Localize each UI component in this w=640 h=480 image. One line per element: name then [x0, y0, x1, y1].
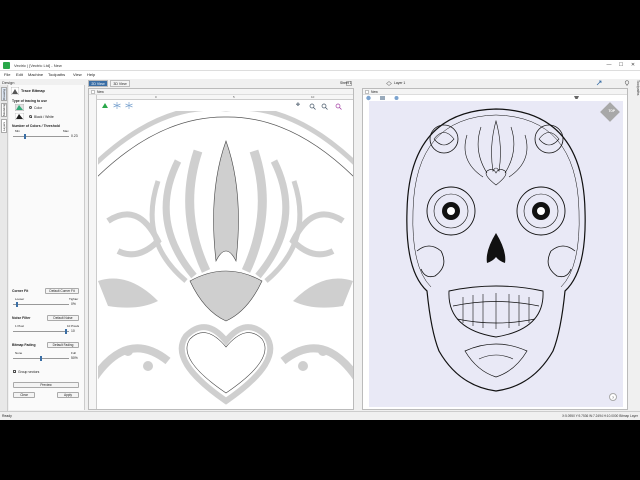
color-option-label: Color [34, 106, 43, 110]
menu-machine[interactable]: Machine [28, 72, 43, 77]
noise-max-label: 10 Pixels [67, 324, 80, 328]
tab-3d-view[interactable]: 3D View [110, 80, 130, 87]
snap-icon[interactable] [596, 80, 602, 86]
corner-looser-label: Looser [15, 297, 25, 301]
threshold-slider-thumb[interactable] [24, 134, 27, 139]
default-noise-button[interactable]: Default Noise [47, 315, 79, 321]
app-logo-icon [3, 62, 10, 69]
application-window: Vectric | [Vectric Ltd] - New — ☐ ✕ File… [0, 60, 640, 420]
default-fading-button[interactable]: Default Fading [47, 342, 79, 348]
noise-min-label: 1 Pixel [15, 324, 25, 328]
tab-modeling[interactable]: Modeling [1, 103, 7, 117]
color-radio[interactable] [29, 106, 32, 109]
noise-filter-value: 10 [71, 329, 75, 333]
left-doc-tab[interactable]: New [97, 90, 104, 94]
colors-threshold-label: Number of Colors / Threshold [12, 124, 60, 128]
threshold-slider[interactable] [13, 136, 69, 137]
right-doc-tab[interactable]: New [371, 90, 378, 94]
right-doc-bar: New [363, 89, 627, 95]
corner-tighter-label: Tighter [69, 297, 79, 301]
panel-title: Trace Bitmap [21, 89, 45, 93]
corner-fit-slider-thumb[interactable] [16, 302, 19, 307]
corner-fit-slider[interactable] [13, 304, 69, 305]
ruler-top[interactable]: 0 5 10 [97, 95, 353, 100]
menu-edit[interactable]: Edit [16, 72, 23, 77]
view-cube-label: TOP [608, 109, 616, 113]
help-button[interactable]: ? [609, 393, 617, 401]
black-white-radio[interactable] [29, 115, 32, 118]
ruler-left[interactable] [89, 95, 97, 409]
threshold-min-label: Min [15, 129, 20, 133]
zoom-icon[interactable] [335, 103, 342, 110]
sheet-selector[interactable]: Sheet 1 [340, 81, 352, 85]
window-title: Vectric | [Vectric Ltd] - New [14, 63, 62, 68]
document-icon [365, 90, 369, 94]
bitmap-fading-value: 50% [71, 356, 78, 360]
toolpaths-tab[interactable]: Toolpaths [630, 80, 640, 120]
noise-filter-slider-thumb[interactable] [65, 329, 68, 334]
close-button[interactable]: ✕ [628, 62, 638, 69]
maximize-button[interactable]: ☐ [616, 62, 626, 69]
default-corner-fit-button[interactable]: Default Corner Fit [45, 288, 79, 294]
sugar-skull-bitmap-closeup [98, 111, 353, 405]
tracing-type-label: Type of tracing to use [12, 99, 47, 103]
snowflake-icon[interactable] [113, 102, 121, 109]
zoom-icon[interactable] [309, 103, 316, 110]
color-mode-icon [15, 104, 24, 111]
left-2d-view: New 0 5 10 ✥ [88, 88, 354, 410]
left-tab-strip: Drawing Modeling Layers [0, 85, 8, 420]
3d-canvas[interactable]: TOP ? [369, 101, 623, 407]
threshold-value: 0.23 [71, 134, 78, 138]
fading-full-label: Full [71, 351, 76, 355]
sugar-skull-preview [406, 108, 586, 392]
menu-toolpaths[interactable]: Toolpaths [48, 72, 65, 77]
menu-help[interactable]: Help [87, 72, 95, 77]
tab-2d-view[interactable]: 2D View [88, 80, 108, 87]
group-vectors-checkbox[interactable]: ✓ [13, 370, 17, 374]
corner-fit-value: 0% [71, 302, 76, 306]
menu-bar: File Edit Machine Toolpaths View Help [0, 71, 640, 79]
ruler-number: 10 [311, 95, 315, 99]
preview-button[interactable]: Preview [13, 382, 79, 388]
title-bar: Vectric | [Vectric Ltd] - New — ☐ ✕ [0, 60, 640, 71]
layer-selector[interactable]: Layer 1 [394, 81, 405, 85]
minimize-button[interactable]: — [604, 62, 614, 69]
noise-filter-slider[interactable] [13, 331, 69, 332]
zoom-icon[interactable] [321, 103, 328, 110]
tab-drawing[interactable]: Drawing [1, 87, 7, 101]
top-toolbar: Sheet 1 Layer 1 [150, 80, 640, 87]
bitmap-fading-slider-thumb[interactable] [40, 356, 42, 361]
black-white-mode-icon [15, 113, 24, 120]
fading-none-label: None [15, 351, 23, 355]
apply-button[interactable]: Apply [57, 392, 79, 398]
status-text: Ready [2, 414, 12, 418]
layer-icon [386, 81, 392, 86]
menu-file[interactable]: File [4, 72, 10, 77]
status-coordinates: X:5.0950 Y:9.7536 W:7.2494 H:10.0000 Bit… [562, 414, 638, 418]
status-bar: Ready X:5.0950 Y:9.7536 W:7.2494 H:10.00… [0, 411, 640, 420]
trace-bitmap-panel: Trace Bitmap Type of tracing to use Colo… [9, 85, 85, 410]
clear-button[interactable]: Clear [13, 392, 35, 398]
noise-filter-label: Noise Filter [12, 316, 31, 320]
menu-view[interactable]: View [73, 72, 82, 77]
tab-layers[interactable]: Layers [1, 119, 7, 133]
group-vectors-label: Group vectors [18, 370, 40, 374]
trace-bitmap-icon [11, 87, 19, 95]
pan-icon[interactable]: ✥ [295, 102, 301, 108]
ruler-number: 0 [155, 95, 157, 99]
document-icon [91, 90, 95, 94]
trace-tool-icon[interactable] [101, 102, 109, 109]
bitmap-fading-label: Bitmap Fading [12, 343, 36, 347]
corner-fit-label: Corner Fit [12, 289, 29, 293]
black-white-option-label: Black / White [34, 115, 54, 119]
right-3d-view: New TOP ? [362, 88, 628, 410]
ruler-number: 5 [233, 95, 235, 99]
threshold-max-label: Max [63, 129, 69, 133]
snowflake-icon[interactable] [125, 102, 133, 109]
bitmap-canvas[interactable] [98, 111, 353, 407]
